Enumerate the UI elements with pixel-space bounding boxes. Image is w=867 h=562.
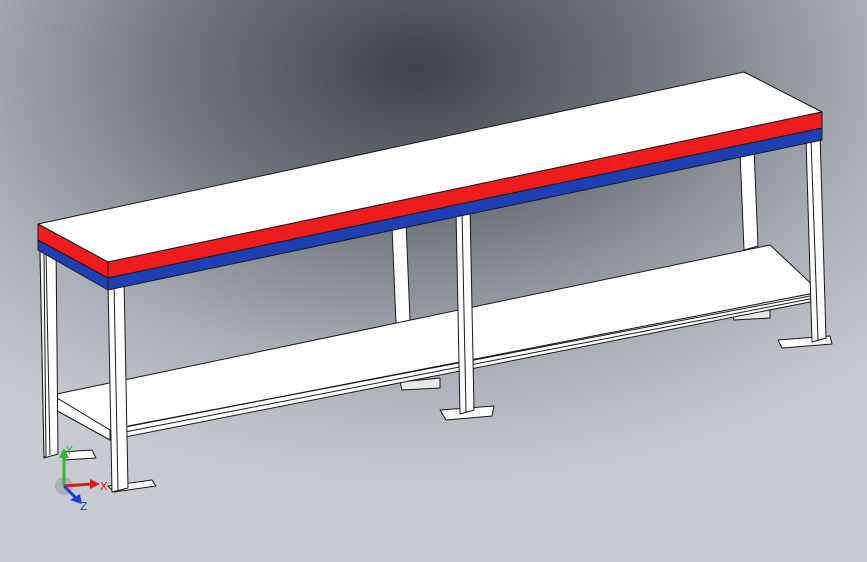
x-axis-arrow [90, 479, 100, 489]
y-axis-label: Y [65, 444, 73, 457]
z-axis-label: Z [80, 500, 88, 513]
coordinate-triad: Y X Z [55, 444, 108, 513]
table-top [37, 71, 823, 291]
x-axis-label: X [100, 480, 108, 493]
graphics-viewport[interactable]: Y X Z [0, 0, 867, 562]
workbench-model[interactable] [0, 0, 867, 562]
x-axis-line [63, 482, 93, 488]
